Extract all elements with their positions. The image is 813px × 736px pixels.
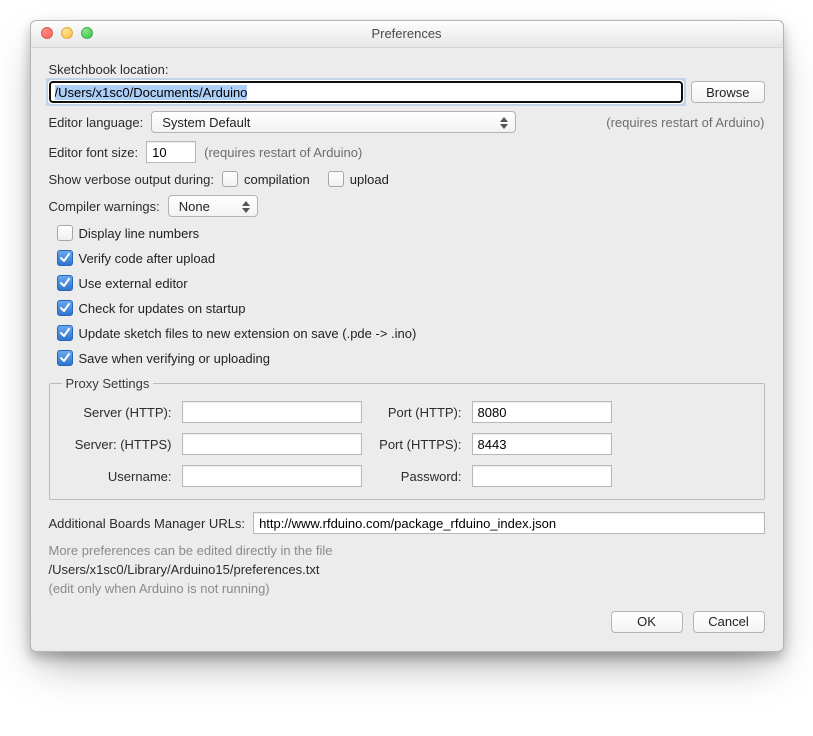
compilation-checkbox[interactable]: compilation — [222, 171, 310, 187]
checkbox-icon — [57, 325, 73, 341]
display-line-numbers-label: Display line numbers — [79, 226, 200, 241]
update-extension-label: Update sketch files to new extension on … — [79, 326, 417, 341]
checkbox-icon — [328, 171, 344, 187]
proxy-settings-group: Proxy Settings Server (HTTP): Port (HTTP… — [49, 376, 765, 500]
external-editor-label: Use external editor — [79, 276, 188, 291]
proxy-port-http-label: Port (HTTP): — [372, 405, 462, 420]
compiler-warnings-select[interactable]: None — [168, 195, 258, 217]
verify-after-upload-checkbox[interactable]: Verify code after upload — [57, 250, 765, 266]
window-controls — [41, 27, 93, 39]
verbose-label: Show verbose output during: — [49, 172, 215, 187]
save-on-verify-label: Save when verifying or uploading — [79, 351, 271, 366]
proxy-server-https-input[interactable] — [182, 433, 362, 455]
sketchbook-location-label: Sketchbook location: — [49, 62, 169, 77]
proxy-password-label: Password: — [372, 469, 462, 484]
proxy-legend: Proxy Settings — [62, 376, 154, 391]
checkbox-icon — [57, 300, 73, 316]
proxy-username-label: Username: — [62, 469, 172, 484]
check-updates-checkbox[interactable]: Check for updates on startup — [57, 300, 765, 316]
updown-icon — [499, 115, 509, 131]
editor-language-value: System Default — [162, 115, 250, 130]
checkbox-icon — [57, 225, 73, 241]
note-line1: More preferences can be edited directly … — [49, 542, 765, 561]
editor-language-label: Editor language: — [49, 115, 144, 130]
titlebar: Preferences — [31, 21, 783, 48]
checkbox-icon — [57, 275, 73, 291]
updown-icon — [241, 199, 251, 215]
proxy-port-https-label: Port (HTTPS): — [372, 437, 462, 452]
check-updates-label: Check for updates on startup — [79, 301, 246, 316]
checkbox-icon — [57, 250, 73, 266]
boards-urls-label: Additional Boards Manager URLs: — [49, 516, 246, 531]
font-size-label: Editor font size: — [49, 145, 139, 160]
proxy-server-https-label: Server: (HTTPS) — [62, 437, 172, 452]
window-title: Preferences — [31, 21, 783, 47]
checkbox-icon — [57, 350, 73, 366]
font-size-input[interactable] — [146, 141, 196, 163]
proxy-server-http-input[interactable] — [182, 401, 362, 423]
preferences-window: { "window": { "title": "Preferences" }, … — [30, 20, 784, 652]
compiler-warnings-label: Compiler warnings: — [49, 199, 160, 214]
zoom-icon[interactable] — [81, 27, 93, 39]
browse-button[interactable]: Browse — [691, 81, 764, 103]
font-size-hint: (requires restart of Arduino) — [204, 145, 362, 160]
display-line-numbers-checkbox[interactable]: Display line numbers — [57, 225, 765, 241]
note-line2: (edit only when Arduino is not running) — [49, 580, 765, 599]
checkbox-icon — [222, 171, 238, 187]
editor-language-select[interactable]: System Default — [151, 111, 516, 133]
minimize-icon[interactable] — [61, 27, 73, 39]
upload-label: upload — [350, 172, 389, 187]
preferences-file-path: /Users/x1sc0/Library/Arduino15/preferenc… — [49, 561, 765, 580]
close-icon[interactable] — [41, 27, 53, 39]
save-on-verify-checkbox[interactable]: Save when verifying or uploading — [57, 350, 765, 366]
upload-checkbox[interactable]: upload — [328, 171, 389, 187]
update-extension-checkbox[interactable]: Update sketch files to new extension on … — [57, 325, 765, 341]
cancel-button[interactable]: Cancel — [693, 611, 765, 633]
compiler-warnings-value: None — [179, 199, 210, 214]
proxy-port-http-input[interactable] — [472, 401, 612, 423]
proxy-username-input[interactable] — [182, 465, 362, 487]
verify-after-upload-label: Verify code after upload — [79, 251, 216, 266]
preferences-file-note: More preferences can be edited directly … — [49, 542, 765, 599]
external-editor-checkbox[interactable]: Use external editor — [57, 275, 765, 291]
sketchbook-location-input[interactable] — [49, 81, 684, 103]
proxy-password-input[interactable] — [472, 465, 612, 487]
ok-button[interactable]: OK — [611, 611, 683, 633]
compilation-label: compilation — [244, 172, 310, 187]
proxy-port-https-input[interactable] — [472, 433, 612, 455]
boards-urls-input[interactable] — [253, 512, 764, 534]
editor-language-hint: (requires restart of Arduino) — [606, 115, 764, 130]
proxy-server-http-label: Server (HTTP): — [62, 405, 172, 420]
